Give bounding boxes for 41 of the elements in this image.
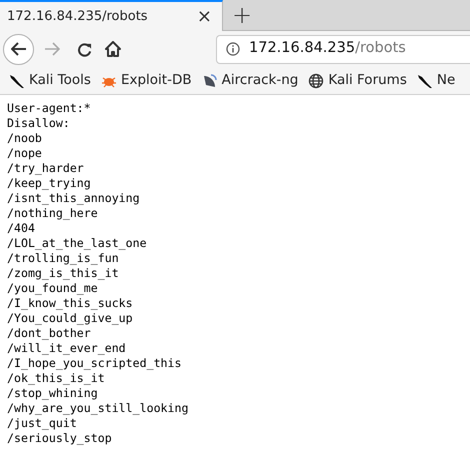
text-line: /isnt_this_annoying	[7, 191, 140, 206]
home-icon[interactable]	[105, 41, 121, 57]
back-arrow-icon	[10, 42, 26, 56]
reload-icon[interactable]	[77, 42, 92, 56]
text-line: /stop_whining	[7, 386, 98, 401]
text-line: /you_found_me	[7, 281, 98, 296]
back-button[interactable]	[3, 34, 34, 64]
text-line: /just_quit	[7, 416, 77, 431]
new-tab-button[interactable]: +	[232, 3, 252, 27]
text-line: /I_know_this_sucks	[7, 296, 133, 311]
text-line: Disallow:	[7, 116, 70, 131]
text-line: /404	[7, 221, 35, 236]
bookmark-link[interactable]: Ne	[436, 70, 456, 91]
bookmark-link[interactable]: Exploit-DB	[120, 70, 192, 91]
globe-icon	[308, 72, 324, 88]
info-icon[interactable]	[226, 42, 240, 56]
satellite-dish-icon	[202, 72, 218, 88]
text-line: /nope	[7, 146, 42, 161]
text-line: /keep_trying	[7, 176, 91, 191]
text-line: /You_could_give_up	[7, 311, 133, 326]
bookmark-link[interactable]: Kali Forums	[328, 70, 407, 91]
url-text: 172.16.84.235/robots	[249, 39, 406, 58]
text-line: /why_are_you_still_looking	[7, 401, 188, 416]
text-line: /LOL_at_the_last_one	[7, 236, 147, 251]
text-line: /zomg_is_this_it	[7, 266, 119, 281]
bookmark-link[interactable]: Aircrack-ng	[222, 70, 298, 91]
text-line: /seriously_stop	[7, 431, 112, 446]
text-line: /dont_bother	[7, 326, 91, 341]
text-line: /will_it_ever_end	[7, 341, 126, 356]
text-line: /nothing_here	[7, 206, 98, 221]
text-line: /I_hope_you_scripted_this	[7, 356, 182, 371]
text-line: /noob	[7, 131, 42, 146]
tab-title: 172.16.84.235/robots	[7, 8, 149, 26]
close-button[interactable]: ×	[196, 8, 212, 26]
browser-tab[interactable]: 172.16.84.235/robots ×	[0, 0, 223, 31]
text-line: /ok_this_is_it	[7, 371, 105, 386]
address-bar[interactable]: 172.16.84.235/robots	[216, 34, 470, 64]
text-line: /try_harder	[7, 161, 84, 176]
text-line: /trolling_is_fun	[7, 251, 119, 266]
bookmark-link[interactable]: Kali Tools	[29, 70, 91, 91]
text-line: User-agent:*	[7, 101, 91, 116]
